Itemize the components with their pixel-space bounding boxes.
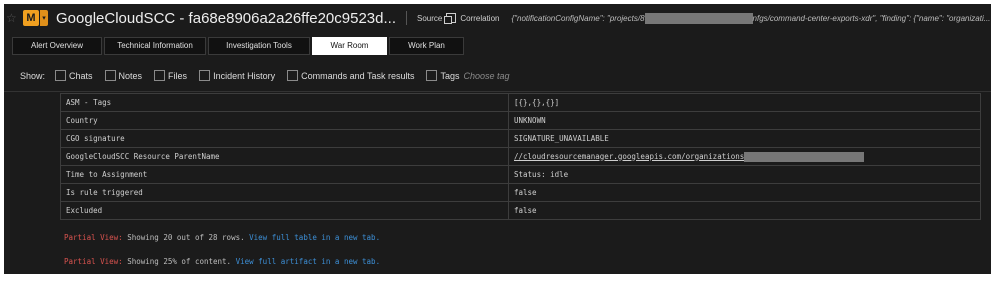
table-row: GoogleCloudSCC Resource ParentName //clo… — [60, 147, 981, 166]
severity-badge[interactable]: M — [23, 10, 39, 26]
table-row: Country UNKNOWN — [60, 111, 981, 130]
view-full-artifact-link[interactable]: View full artifact in a new tab. — [236, 257, 381, 266]
table-cell-value: false — [508, 183, 981, 202]
partial-view-label: Partial View: — [64, 233, 123, 242]
view-full-table-link[interactable]: View full table in a new tab. — [249, 233, 380, 242]
filter-notes[interactable]: Notes — [104, 70, 143, 81]
source-label: Source — [416, 13, 443, 23]
table-row: Is rule triggered false — [60, 183, 981, 202]
resource-link[interactable]: //cloudresourcemanager.googleapis.com/or… — [514, 152, 744, 161]
table-row: ASM - Tags [{},{},{}] — [60, 93, 981, 112]
checkbox[interactable] — [426, 70, 438, 81]
json-prefix: {"notificationConfigName": "projects/8 — [511, 13, 645, 23]
partial-view-label: Partial View: — [64, 257, 123, 266]
tab-war-room[interactable]: War Room — [312, 37, 387, 55]
filter-incident-history[interactable]: Incident History — [199, 70, 275, 81]
table-cell-key: ASM - Tags — [60, 93, 509, 112]
separator — [4, 91, 991, 92]
table-cell-value: [{},{},{}] — [508, 93, 981, 112]
checkbox[interactable] — [55, 70, 67, 81]
checkbox[interactable] — [154, 70, 166, 81]
table-cell-key: Country — [60, 111, 509, 130]
redacted-block — [744, 151, 865, 162]
tab-work-plan[interactable]: Work Plan — [389, 37, 464, 55]
table-row: Excluded false — [60, 201, 981, 220]
copy-icon — [444, 13, 457, 24]
checkbox[interactable] — [104, 70, 116, 81]
table-cell-key: Is rule triggered — [60, 183, 509, 202]
incident-header: ☆ M ▾ GoogleCloudSCC - fa68e8906a2a26ffe… — [4, 4, 991, 32]
partial-view-text: Showing 25% of content. — [122, 257, 236, 266]
filter-chats[interactable]: Chats — [55, 70, 93, 81]
filter-label: Files — [168, 70, 188, 81]
redacted-block — [644, 12, 753, 24]
checkbox[interactable] — [287, 70, 299, 81]
partial-view-text: Showing 20 out of 28 rows. — [122, 233, 250, 242]
tab-investigation-tools[interactable]: Investigation Tools — [208, 37, 310, 55]
show-label: Show: — [20, 70, 46, 81]
header-divider — [405, 11, 407, 25]
source-value: Correlation — [460, 13, 500, 23]
incident-title: GoogleCloudSCC - fa68e8906a2a26ffe20c952… — [56, 9, 396, 27]
entry-gutter — [4, 93, 60, 220]
star-icon[interactable]: ☆ — [6, 11, 20, 25]
table-cell-key: Excluded — [60, 201, 509, 220]
filter-tags[interactable]: Tags — [426, 70, 460, 81]
table-cell-value: UNKNOWN — [508, 111, 981, 130]
chevron-down-icon[interactable]: ▾ — [40, 10, 48, 26]
show-filters: Show: Chats Notes Files Incident History… — [20, 70, 510, 81]
source-info: Source Correlation — [416, 13, 500, 24]
filter-label: Incident History — [213, 70, 276, 81]
tab-bar: Alert Overview Technical Information Inv… — [12, 37, 464, 55]
filter-label: Commands and Task results — [301, 70, 415, 81]
table-cell-value: //cloudresourcemanager.googleapis.com/or… — [508, 147, 981, 166]
table-cell-value: SIGNATURE_UNAVAILABLE — [508, 129, 981, 148]
artifact-table: ASM - Tags [{},{},{}] Country UNKNOWN CG… — [60, 93, 981, 220]
tab-alert-overview[interactable]: Alert Overview — [12, 37, 102, 55]
filter-label: Tags — [440, 70, 460, 81]
table-row: CGO signature SIGNATURE_UNAVAILABLE — [60, 129, 981, 148]
filter-commands-task-results[interactable]: Commands and Task results — [287, 70, 414, 81]
filter-files[interactable]: Files — [154, 70, 187, 81]
table-cell-value: Status: idle — [508, 165, 981, 184]
tab-technical-information[interactable]: Technical Information — [104, 37, 206, 55]
table-cell-key: CGO signature — [60, 129, 509, 148]
filter-label: Notes — [118, 70, 143, 81]
table-cell-key: Time to Assignment — [60, 165, 509, 184]
choose-tag-input[interactable]: Choose tag — [464, 71, 510, 81]
filter-label: Chats — [69, 70, 93, 81]
partial-view-notice-table: Partial View: Showing 20 out of 28 rows.… — [64, 233, 380, 242]
raw-json-preview: {"notificationConfigName": "projects/8 n… — [511, 12, 991, 24]
table-cell-key: GoogleCloudSCC Resource ParentName — [60, 147, 509, 166]
table-cell-value: false — [508, 201, 981, 220]
war-room-panel: ☆ M ▾ GoogleCloudSCC - fa68e8906a2a26ffe… — [4, 4, 991, 274]
table-row: Time to Assignment Status: idle — [60, 165, 981, 184]
json-suffix: nfgs/command-center-exports-xdr", "findi… — [752, 13, 991, 23]
partial-view-notice-artifact: Partial View: Showing 25% of content. Vi… — [64, 257, 380, 266]
checkbox[interactable] — [199, 70, 211, 81]
